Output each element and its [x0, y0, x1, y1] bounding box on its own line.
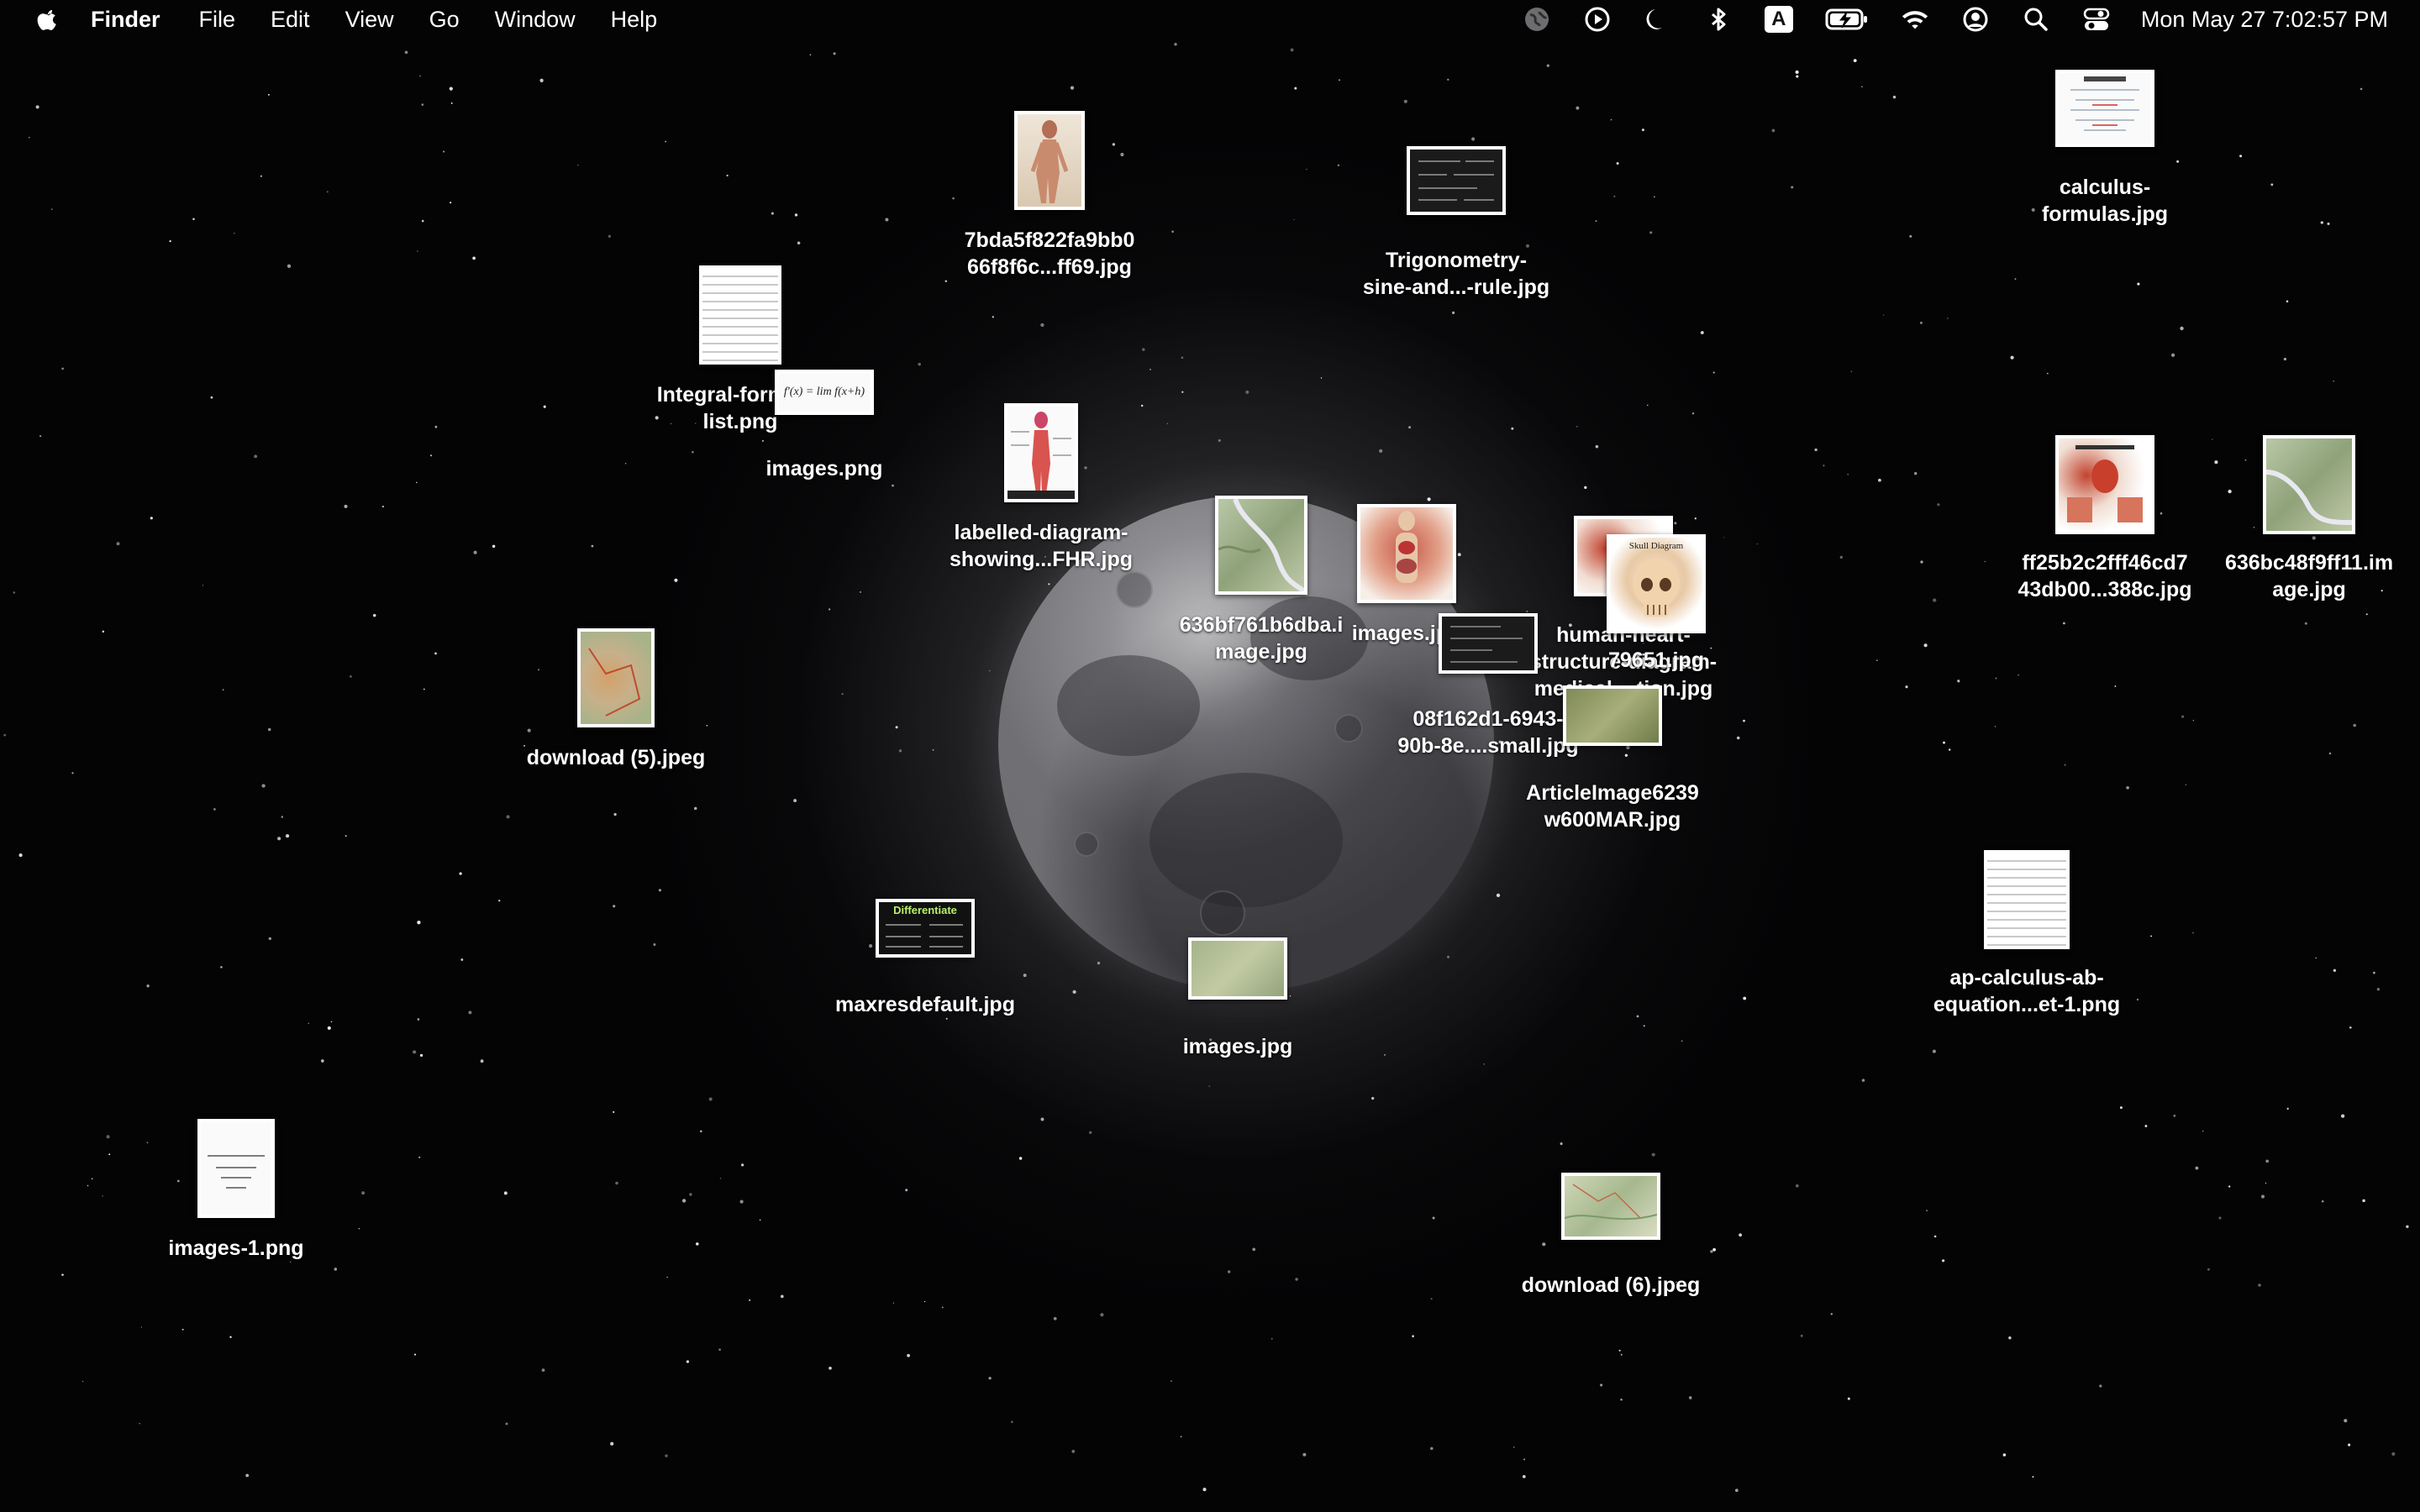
file-thumbnail[interactable]: [1357, 504, 1456, 603]
file-thumbnail[interactable]: [1563, 685, 1662, 746]
wifi-icon[interactable]: [1901, 5, 1929, 34]
control-center-icon[interactable]: [2082, 5, 2111, 34]
file-thumbnail[interactable]: [1188, 937, 1287, 1000]
status-area: A Mon May 27 7:02:57 PM: [1491, 0, 2388, 39]
play-circle-icon[interactable]: [1583, 5, 1612, 34]
menu-edit[interactable]: Edit: [271, 7, 310, 33]
menu-help[interactable]: Help: [611, 7, 658, 33]
menu-go[interactable]: Go: [429, 7, 460, 33]
file-label[interactable]: images.jpg: [1128, 1033, 1347, 1060]
thumbnail-caption: Differentiate: [893, 904, 957, 916]
menu-window[interactable]: Window: [495, 7, 576, 33]
user-icon[interactable]: [1961, 5, 1990, 34]
bluetooth-icon[interactable]: [1704, 5, 1733, 34]
menu-view[interactable]: View: [345, 7, 394, 33]
menu-file[interactable]: File: [199, 7, 236, 33]
battery-charging-icon[interactable]: [1825, 5, 1869, 34]
formula-text: f'(x) = lim f(x+h)−f(x) / h: [783, 386, 865, 398]
file-thumbnail[interactable]: [1561, 1173, 1660, 1240]
file-thumbnail[interactable]: [1014, 111, 1085, 210]
file-label[interactable]: calculus-formulas.jpg: [1996, 174, 2214, 228]
file-label[interactable]: images-1.png: [127, 1235, 345, 1262]
menu-bar: Finder File Edit View Go Window Help A M…: [0, 0, 2420, 39]
file-label[interactable]: ff25b2c2fff46cd7 43db00...388c.jpg: [1996, 549, 2214, 603]
menu-items: Finder File Edit View Go Window Help: [91, 0, 692, 39]
file-label[interactable]: Trigonometry-sine-and...-rule.jpg: [1347, 247, 1565, 301]
file-label[interactable]: 79651.jpg: [1547, 647, 1765, 674]
file-thumbnail[interactable]: [2055, 70, 2154, 147]
file-label[interactable]: images.png: [715, 455, 934, 482]
file-label[interactable]: maxresdefault.jpg: [816, 991, 1034, 1018]
file-thumbnail[interactable]: [1407, 146, 1506, 215]
file-thumbnail[interactable]: [197, 1119, 275, 1218]
file-label[interactable]: ArticleImage6239 w600MAR.jpg: [1503, 780, 1722, 833]
file-thumbnail[interactable]: [1215, 496, 1307, 595]
moon-icon[interactable]: [1644, 5, 1672, 34]
file-thumbnail[interactable]: [1984, 850, 2070, 949]
file-label[interactable]: ap-calculus-ab-equation...et-1.png: [1918, 964, 2136, 1018]
file-thumbnail[interactable]: f'(x) = lim f(x+h)−f(x) / h: [775, 370, 874, 415]
file-label[interactable]: download (5).jpeg: [507, 744, 725, 771]
file-label[interactable]: download (6).jpeg: [1502, 1272, 1720, 1299]
file-thumbnail[interactable]: [2055, 435, 2154, 534]
file-label[interactable]: 636bc48f9ff11.im age.jpg: [2200, 549, 2418, 603]
file-thumbnail[interactable]: Skull Diagram: [1607, 534, 1706, 633]
globe-icon[interactable]: [1523, 5, 1551, 34]
input-source-icon[interactable]: A: [1764, 5, 1793, 34]
file-label[interactable]: 7bda5f822fa9bb0 66f8f6c...ff69.jpg: [940, 227, 1159, 281]
menu-clock[interactable]: Mon May 27 7:02:57 PM: [2141, 7, 2388, 33]
skull-caption: Skull Diagram: [1628, 541, 1684, 551]
apple-icon[interactable]: [34, 5, 62, 34]
file-label[interactable]: labelled-diagram-showing...FHR.jpg: [932, 519, 1150, 573]
file-thumbnail[interactable]: [577, 628, 655, 727]
file-thumbnail[interactable]: [1004, 403, 1078, 502]
search-icon[interactable]: [2022, 5, 2050, 34]
file-thumbnail[interactable]: Differentiate: [876, 899, 975, 958]
file-thumbnail[interactable]: [1439, 613, 1538, 674]
file-thumbnail[interactable]: [699, 265, 781, 365]
file-thumbnail[interactable]: [2263, 435, 2355, 534]
input-source-label: A: [1764, 6, 1793, 33]
menu-finder[interactable]: Finder: [91, 7, 160, 33]
